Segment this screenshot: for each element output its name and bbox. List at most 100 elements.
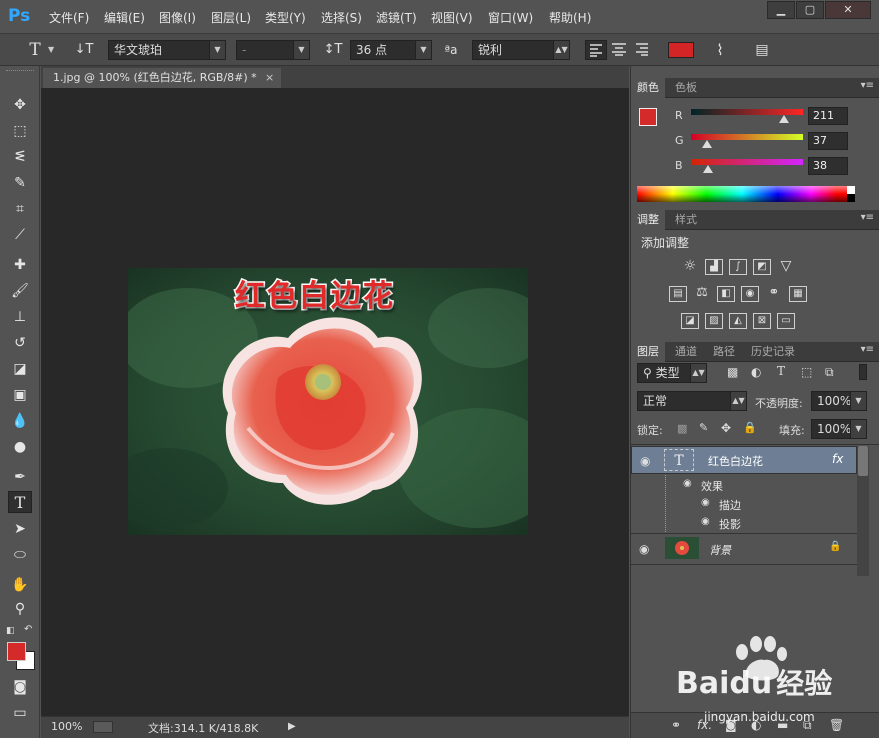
menu-filter[interactable]: 滤镜(T) bbox=[376, 9, 417, 26]
effect-stroke-row[interactable]: ◉ 描边 bbox=[631, 495, 857, 513]
curves-icon[interactable]: ∫ bbox=[729, 259, 747, 275]
align-right-button[interactable] bbox=[632, 40, 654, 60]
healing-brush-tool-icon[interactable]: ✚ bbox=[8, 254, 32, 276]
layer-name[interactable]: 背景 bbox=[709, 542, 731, 558]
fx-icon[interactable]: fx bbox=[832, 452, 843, 466]
layer-filter-select[interactable]: ⚲ 类型 ▲▼ bbox=[637, 363, 707, 383]
default-colors-icon[interactable]: ◧ bbox=[6, 626, 15, 636]
threshold-icon[interactable]: ◭ bbox=[729, 313, 747, 329]
brightness-icon[interactable]: ☼ bbox=[681, 259, 699, 275]
color-spectrum-bar[interactable] bbox=[637, 186, 855, 202]
layer-row-background[interactable]: ◉ 背景 🔒 bbox=[631, 534, 857, 564]
warp-text-icon[interactable]: ⌇ bbox=[708, 40, 732, 60]
history-brush-tool-icon[interactable]: ↺ bbox=[8, 332, 32, 354]
layer-lock-icon[interactable]: 🔒 bbox=[829, 541, 841, 552]
green-slider-thumb[interactable] bbox=[702, 140, 713, 148]
scrollbar-thumb[interactable] bbox=[858, 446, 868, 476]
gradient-tool-icon[interactable]: ▣ bbox=[8, 384, 32, 406]
text-color-swatch[interactable] bbox=[668, 42, 694, 58]
effects-eye-icon[interactable]: ◉ bbox=[683, 478, 692, 489]
maximize-button[interactable]: ▢ bbox=[796, 1, 824, 19]
tab-paths[interactable]: 路径 bbox=[707, 342, 741, 362]
screen-mode-icon[interactable]: ▭ bbox=[8, 702, 32, 724]
ellipse-tool-icon[interactable]: ⬭ bbox=[8, 544, 32, 566]
lock-position-icon[interactable]: ✥ bbox=[721, 421, 731, 435]
status-menu-arrow-icon[interactable]: ▶ bbox=[288, 721, 296, 732]
canvas-text-layer[interactable]: 红色白边花 bbox=[234, 271, 395, 316]
vibrance-icon[interactable]: ▽ bbox=[777, 259, 795, 275]
menu-file[interactable]: 文件(F) bbox=[49, 9, 89, 26]
antialias-select[interactable]: 锐利 ▲▼ bbox=[472, 40, 570, 60]
photo-filter-icon[interactable]: ◉ bbox=[741, 286, 759, 302]
panel-menu-icon[interactable]: ▾≡ bbox=[861, 344, 874, 355]
gradient-map-icon[interactable]: ▭ bbox=[777, 313, 795, 329]
panel-menu-icon[interactable]: ▾≡ bbox=[861, 80, 874, 91]
menu-edit[interactable]: 编辑(E) bbox=[104, 9, 145, 26]
status-share-icon[interactable] bbox=[93, 721, 113, 733]
swap-colors-icon[interactable]: ↶ bbox=[24, 624, 32, 635]
preset-chevron-down-icon[interactable]: ▼ bbox=[48, 40, 58, 60]
marquee-tool-icon[interactable]: ⬚ bbox=[8, 120, 32, 142]
green-value-input[interactable]: 37 bbox=[808, 132, 848, 150]
color-balance-icon[interactable]: ⚖ bbox=[693, 286, 711, 302]
tab-channels[interactable]: 通道 bbox=[669, 342, 703, 362]
filter-smart-object-icon[interactable]: ⧉ bbox=[825, 365, 834, 380]
lock-all-icon[interactable]: 🔒 bbox=[743, 421, 757, 434]
visibility-eye-icon[interactable]: ◉ bbox=[639, 542, 649, 556]
black-white-icon[interactable]: ◧ bbox=[717, 286, 735, 302]
close-button[interactable]: ✕ bbox=[825, 1, 871, 19]
tab-adjustments[interactable]: 调整 bbox=[631, 210, 665, 230]
align-left-button[interactable] bbox=[585, 40, 607, 60]
zoom-tool-icon[interactable]: ⚲ bbox=[8, 598, 32, 620]
type-tool-preset-icon[interactable]: T bbox=[24, 40, 46, 60]
type-tool-icon[interactable]: T bbox=[8, 491, 32, 513]
font-style-select[interactable]: - ▼ bbox=[236, 40, 310, 60]
lock-pixels-icon[interactable]: ✎ bbox=[699, 421, 708, 434]
eraser-tool-icon[interactable]: ◪ bbox=[8, 358, 32, 380]
filter-pixel-icon[interactable]: ▩ bbox=[727, 365, 738, 379]
character-panel-icon[interactable]: ▤ bbox=[750, 40, 774, 60]
exposure-icon[interactable]: ◩ bbox=[753, 259, 771, 275]
selective-color-icon[interactable]: ⊠ bbox=[753, 313, 771, 329]
document-tab[interactable]: 1.jpg @ 100% (红色白边花, RGB/8#) * × bbox=[43, 68, 281, 88]
blur-tool-icon[interactable]: 💧 bbox=[8, 410, 32, 432]
hue-saturation-icon[interactable]: ▤ bbox=[669, 286, 687, 302]
align-center-button[interactable] bbox=[609, 40, 631, 60]
menu-window[interactable]: 窗口(W) bbox=[488, 9, 533, 26]
blend-mode-select[interactable]: 正常 ▲▼ bbox=[637, 391, 747, 411]
tab-color[interactable]: 颜色 bbox=[631, 78, 665, 98]
color-panel-foreground-swatch[interactable] bbox=[639, 108, 657, 126]
brush-tool-icon[interactable]: 🖌 bbox=[8, 280, 32, 302]
fill-input[interactable]: 100% ▼ bbox=[811, 419, 867, 439]
document-canvas[interactable]: 红色白边花 bbox=[128, 268, 528, 535]
toolbox-grip[interactable] bbox=[6, 70, 34, 73]
menu-select[interactable]: 选择(S) bbox=[321, 9, 362, 26]
visibility-eye-icon[interactable]: ◉ bbox=[640, 454, 650, 468]
menu-type[interactable]: 类型(Y) bbox=[265, 9, 306, 26]
blue-value-input[interactable]: 38 bbox=[808, 157, 848, 175]
filter-toggle[interactable] bbox=[859, 364, 867, 380]
filter-shape-icon[interactable]: ⬚ bbox=[801, 365, 812, 379]
crop-tool-icon[interactable]: ⌗ bbox=[8, 198, 32, 220]
path-select-tool-icon[interactable]: ➤ bbox=[8, 518, 32, 540]
tab-layers[interactable]: 图层 bbox=[631, 342, 665, 362]
quick-mask-icon[interactable]: ◙ bbox=[8, 676, 32, 698]
menu-layer[interactable]: 图层(L) bbox=[211, 9, 251, 26]
red-slider-thumb[interactable] bbox=[778, 115, 789, 123]
layer-name[interactable]: 红色白边花 bbox=[708, 453, 763, 469]
tab-history[interactable]: 历史记录 bbox=[745, 342, 801, 362]
clone-stamp-tool-icon[interactable]: ⊥ bbox=[8, 306, 32, 328]
red-value-input[interactable]: 211 bbox=[808, 107, 848, 125]
filter-adjustment-icon[interactable]: ◐ bbox=[751, 365, 761, 379]
menu-image[interactable]: 图像(I) bbox=[159, 9, 196, 26]
color-lookup-icon[interactable]: ▦ bbox=[789, 286, 807, 302]
minimize-button[interactable]: ▁ bbox=[767, 1, 795, 19]
blue-slider-thumb[interactable] bbox=[702, 165, 713, 173]
opacity-input[interactable]: 100% ▼ bbox=[811, 391, 867, 411]
channel-mixer-icon[interactable]: ⚭ bbox=[765, 286, 783, 302]
invert-icon[interactable]: ◪ bbox=[681, 313, 699, 329]
effects-row[interactable]: ◉ 效果 bbox=[631, 476, 857, 494]
tab-swatches[interactable]: 色板 bbox=[669, 78, 703, 98]
panel-menu-icon[interactable]: ▾≡ bbox=[861, 212, 874, 223]
layer-row-text[interactable]: ◉ T 红色白边花 fx bbox=[631, 446, 857, 474]
